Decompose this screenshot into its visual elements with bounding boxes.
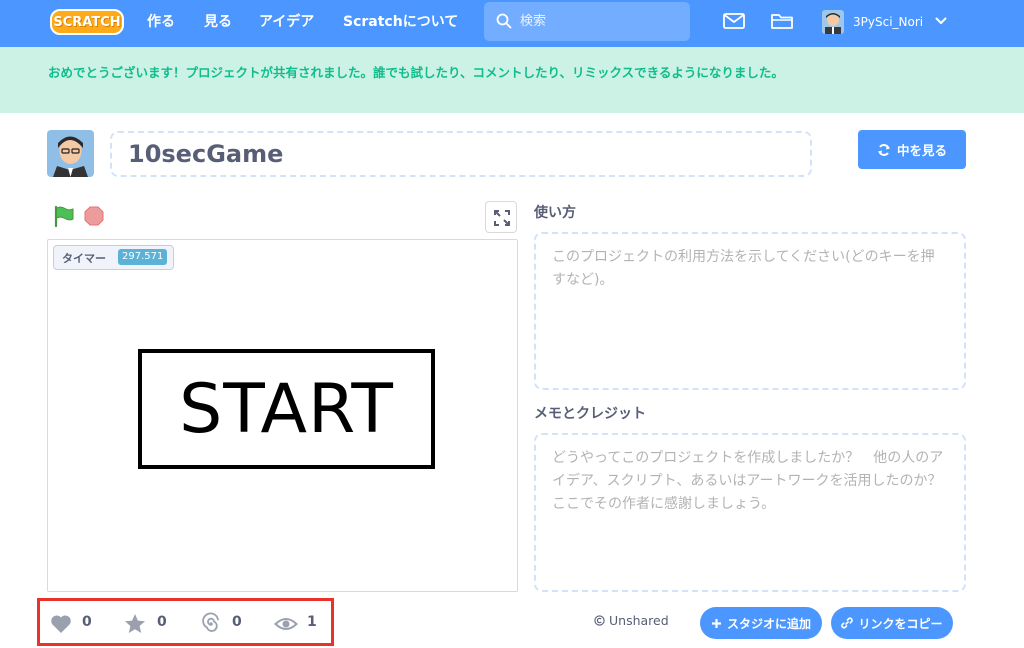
- author-avatar-image: [47, 130, 94, 177]
- see-inside-label: 中を見る: [896, 143, 947, 158]
- fullscreen-icon: [494, 210, 510, 226]
- search-box[interactable]: [484, 2, 690, 41]
- see-inside-button[interactable]: 中を見る: [858, 130, 966, 169]
- share-status: Unshared: [594, 613, 669, 628]
- share-status-text: Unshared: [609, 613, 669, 628]
- search-input[interactable]: [520, 10, 680, 32]
- add-to-studio-button[interactable]: スタジオに追加: [700, 607, 822, 639]
- instructions-label: 使い方: [534, 205, 576, 221]
- nav-create[interactable]: 作る: [147, 0, 175, 47]
- remix-spiral-icon: [202, 612, 219, 632]
- remix-count: 0: [232, 614, 242, 630]
- heart-icon[interactable]: [49, 612, 73, 636]
- love-count: 0: [82, 614, 92, 630]
- top-navbar: SCRATCH 作る 見る アイデア Scratchについて 検索 3PySci…: [0, 0, 1024, 47]
- eye-icon: [274, 618, 298, 630]
- add-to-studio-label: スタジオに追加: [726, 616, 811, 631]
- remix-arrows-icon: [877, 143, 890, 156]
- scratch-logo-text: SCRATCH: [53, 14, 121, 30]
- chevron-down-icon[interactable]: [935, 16, 947, 26]
- star-icon[interactable]: [123, 612, 147, 636]
- favorite-count: 0: [157, 614, 167, 630]
- link-icon: [841, 617, 854, 629]
- notes-credits-textarea[interactable]: どうやってこのプロジェクトを作成しましたか？ 他の人のアイデア、スクリプト、ある…: [534, 433, 966, 592]
- green-flag-icon[interactable]: [53, 205, 75, 227]
- copyright-icon: [594, 615, 605, 626]
- timer-monitor-label: タイマー: [62, 252, 106, 265]
- project-title[interactable]: 10secGame: [128, 136, 283, 172]
- instructions-textarea[interactable]: このプロジェクトの利用方法を示してください(どのキーを押すなど)。: [534, 232, 966, 390]
- nav-explore[interactable]: 見る: [204, 0, 232, 47]
- timer-monitor-value: 297.571: [118, 249, 168, 265]
- project-author-avatar[interactable]: [47, 130, 94, 177]
- scratch-logo[interactable]: SCRATCH: [50, 9, 124, 35]
- share-success-message: おめでとうございます！プロジェクトが共有されました。誰でも試したり、コメントした…: [48, 65, 784, 80]
- copy-link-label: リンクをコピー: [858, 616, 943, 631]
- start-sprite-text[interactable]: START: [138, 349, 435, 469]
- search-icon: [496, 13, 512, 29]
- view-count: 1: [307, 614, 317, 630]
- my-stuff-folder-icon[interactable]: [770, 11, 794, 31]
- plus-icon: [711, 618, 721, 628]
- nav-username[interactable]: 3PySci_Nori: [853, 0, 923, 44]
- stop-sign-icon[interactable]: [84, 206, 104, 226]
- nav-user-avatar[interactable]: [822, 10, 844, 34]
- notes-credits-label: メモとクレジット: [534, 406, 646, 422]
- timer-variable-monitor: タイマー 297.571: [53, 245, 174, 270]
- nav-about[interactable]: Scratchについて: [343, 0, 458, 47]
- messages-icon[interactable]: [722, 11, 746, 31]
- fullscreen-button[interactable]: [485, 201, 517, 233]
- copy-link-button[interactable]: リンクをコピー: [831, 607, 953, 639]
- scratch-project-page: SCRATCH 作る 見る アイデア Scratchについて 検索 3PySci…: [0, 0, 1024, 648]
- user-avatar-image: [822, 10, 844, 34]
- nav-ideas[interactable]: アイデア: [259, 0, 314, 47]
